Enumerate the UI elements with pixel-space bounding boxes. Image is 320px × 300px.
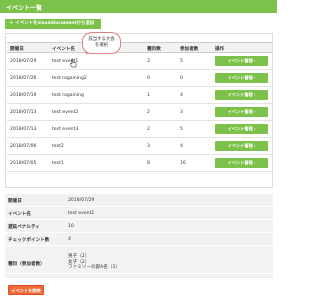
- manage-event-label: イベント管理: [227, 160, 253, 165]
- row-date: 2018/07/29: [10, 59, 37, 64]
- column-header-events: 種目数: [147, 47, 161, 52]
- row-event-count: 8: [147, 161, 150, 166]
- row-event-name[interactable]: test2: [52, 144, 64, 149]
- manage-event-button[interactable]: イベント管理›: [215, 107, 268, 117]
- row-event-count: 3: [147, 144, 150, 149]
- plus-icon: ＋: [9, 21, 14, 26]
- chevron-right-icon: ›: [253, 109, 256, 114]
- detail-value: test event1: [68, 211, 95, 216]
- detail-label: 種目（参加者数）: [8, 262, 45, 267]
- detail-value: 10: [68, 224, 74, 229]
- table-header: 開催日 イベント名 種目数 参加者数 操作: [7, 42, 272, 53]
- detail-row-categories: 種目（参加者数） 男子（2） 女子（2） ファミリーの部A名（1）: [5, 252, 273, 274]
- row-event-name[interactable]: test event2: [52, 110, 78, 115]
- row-date: 2018/07/13: [10, 127, 37, 132]
- detail-row: 遅延ペナルティ 10: [5, 220, 273, 233]
- manage-event-button[interactable]: イベント管理›: [215, 124, 268, 134]
- detail-row: イベント名 test event1: [5, 207, 273, 220]
- row-participant-count: 3: [180, 110, 183, 115]
- row-event-count: 1: [147, 93, 150, 98]
- row-date: 2018/07/19: [10, 93, 37, 98]
- row-participant-count: 4: [180, 93, 183, 98]
- chevron-right-icon: ›: [253, 143, 256, 148]
- event-detail-panel: 開催日 2018/07/29 イベント名 test event1 遅延ペナルティ…: [5, 194, 273, 278]
- delete-event-button[interactable]: イベントを削除: [8, 285, 44, 295]
- manage-event-label: イベント管理: [227, 109, 253, 114]
- row-date: 2018/07/13: [10, 110, 37, 115]
- row-event-name[interactable]: test rogaining: [52, 93, 84, 98]
- column-header-name: イベント名: [52, 47, 75, 52]
- table-row[interactable]: 2018/07/13 test event3 2 5 イベント管理›: [7, 121, 272, 138]
- detail-row: チェックポイント数 4: [5, 233, 273, 246]
- row-event-count: 3: [147, 59, 150, 64]
- detail-label: イベント名: [8, 212, 31, 217]
- manage-event-label: イベント管理: [227, 143, 253, 148]
- chevron-right-icon: ›: [253, 126, 256, 131]
- detail-value: 2018/07/29: [68, 198, 95, 203]
- row-event-count: 2: [147, 110, 150, 115]
- manage-event-label: イベント管理: [227, 58, 253, 63]
- row-participant-count: 16: [180, 161, 186, 166]
- table-row[interactable]: 2018/07/05 test1 8 16 イベント管理›: [7, 155, 272, 172]
- row-event-name[interactable]: test event3: [52, 127, 78, 132]
- detail-row: 開催日 2018/07/29: [5, 194, 273, 207]
- table-row[interactable]: 2018/07/13 test event2 2 3 イベント管理›: [7, 104, 272, 121]
- column-header-participants: 参加者数: [180, 47, 199, 52]
- category-item: ファミリーの部A名（1）: [68, 265, 121, 271]
- manage-event-button[interactable]: イベント管理›: [215, 158, 268, 168]
- manage-event-label: イベント管理: [227, 92, 253, 97]
- table-row[interactable]: 2018/07/06 test2 3 4 イベント管理›: [7, 138, 272, 155]
- row-participant-count: 4: [180, 144, 183, 149]
- manage-event-label: イベント管理: [227, 126, 253, 131]
- row-participant-count: 5: [180, 59, 183, 64]
- row-participant-count: 5: [180, 127, 183, 132]
- category-list: 男子（2） 女子（2） ファミリーの部A名（1）: [68, 254, 120, 271]
- chevron-right-icon: ›: [253, 75, 256, 80]
- detail-label: チェックポイント数: [8, 238, 50, 243]
- manage-event-button[interactable]: イベント管理›: [215, 141, 268, 151]
- import-event-label: イベントをvisualdocumentから追加: [15, 21, 95, 26]
- column-header-action: 操作: [215, 47, 225, 52]
- chevron-right-icon: ›: [253, 160, 256, 165]
- chevron-right-icon: ›: [253, 92, 256, 97]
- event-list-table: 開催日 イベント名 種目数 参加者数 操作 2018/07/29 test ev…: [5, 33, 273, 188]
- row-participant-count: 0: [180, 76, 183, 81]
- row-event-name[interactable]: test1: [52, 161, 64, 166]
- import-event-button[interactable]: ＋イベントをvisualdocumentから追加: [5, 19, 101, 29]
- table-row[interactable]: 2018/07/19 test rogaining 1 4 イベント管理›: [7, 87, 272, 104]
- row-date: 2018/07/26: [10, 76, 37, 81]
- row-event-name[interactable]: test rogaining2: [52, 76, 87, 81]
- manage-event-label: イベント管理: [227, 75, 253, 80]
- row-event-count: 2: [147, 127, 150, 132]
- detail-value: 4: [68, 237, 71, 242]
- row-date: 2018/07/06: [10, 144, 37, 149]
- column-header-date: 開催日: [10, 47, 24, 52]
- chevron-right-icon: ›: [253, 58, 256, 63]
- table-row[interactable]: 2018/07/26 test rogaining2 0 0 イベント管理›: [7, 70, 272, 87]
- detail-label: 遅延ペナルティ: [8, 225, 40, 230]
- hand-cursor-icon: [69, 58, 77, 68]
- row-date: 2018/07/05: [10, 161, 37, 166]
- row-event-count: 0: [147, 76, 150, 81]
- detail-label: 開催日: [8, 199, 22, 204]
- callout-line-2: を選択: [94, 43, 109, 48]
- manage-event-button[interactable]: イベント管理›: [215, 56, 268, 66]
- page-title: イベント一覧: [0, 0, 277, 13]
- table-row[interactable]: 2018/07/29 test event1 3 5 イベント管理›: [7, 53, 272, 70]
- manage-event-button[interactable]: イベント管理›: [215, 90, 268, 100]
- manage-event-button[interactable]: イベント管理›: [215, 73, 268, 83]
- instruction-callout: 該当する大会 を選択: [82, 32, 121, 54]
